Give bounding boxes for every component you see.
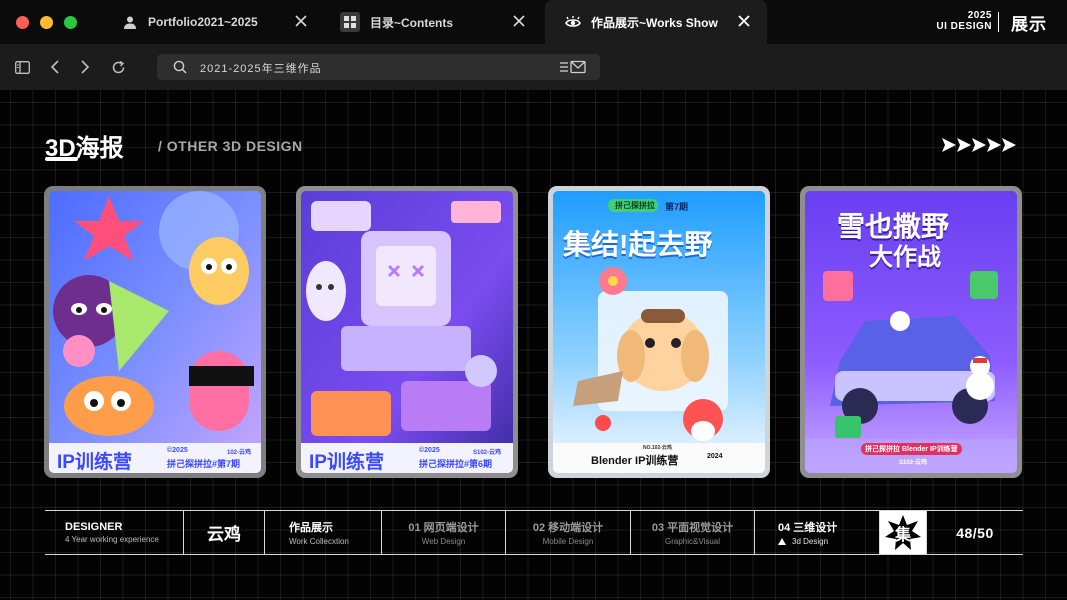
bottom-navigation: DESIGNER 4 Year working experience 云鸡 作品… — [45, 510, 1023, 555]
tab-works-show[interactable]: 作品展示~Works Show — [545, 0, 767, 44]
arrow-decoration — [942, 135, 1022, 155]
card-year: ©2025 — [419, 447, 440, 454]
search-icon — [173, 60, 187, 79]
card-tag: 拼己探拼拉 — [615, 201, 655, 210]
minimize-window-button[interactable] — [40, 16, 53, 29]
close-window-button[interactable] — [16, 16, 29, 29]
page-indicator: 48/50 — [956, 524, 994, 541]
triangle-up-icon — [778, 538, 786, 545]
nav-item-label: 01 网页端设计 — [408, 522, 479, 534]
designer-name-block: 云鸡 — [184, 511, 265, 554]
card-footer: Blender IP训练营 — [591, 455, 679, 467]
poster-image-3: 集结!起去野 拼己探拼拉 第7期 NO.102-云鸡 Blender IP训练营… — [553, 191, 765, 473]
nav-item-label: 03 平面视觉设计 — [651, 522, 734, 534]
toolbar: 2021-2025年三维作品 — [0, 44, 1067, 90]
window-controls — [16, 16, 77, 29]
tab-label: 作品展示~Works Show — [591, 15, 718, 30]
card-badge: IP训练营 — [57, 452, 132, 473]
nav-item-sublabel: 3d Design — [792, 537, 829, 546]
works-subtitle: Work Collecxtion — [289, 537, 349, 546]
tab-portfolio[interactable]: Portfolio2021~2025 — [112, 0, 324, 44]
chevron-right-icon — [81, 60, 90, 74]
designer-name: 云鸡 — [207, 525, 241, 544]
brand-year: 2025 — [967, 10, 992, 21]
address-text: 2021-2025年三维作品 — [200, 63, 322, 75]
poster-card-1[interactable]: IP训练营 ©2025 102-云鸡 拼己探拼拉#第7期 — [44, 186, 266, 478]
card-credit: NO.102-云鸡 — [643, 445, 672, 451]
nav-item-sublabel: Graphic&Visual — [665, 537, 720, 546]
card-series: 拼己探拼拉#第6期 — [419, 459, 493, 469]
page-indicator-block: 48/50 — [927, 511, 1023, 554]
section-subtitle: / OTHER 3D DESIGN — [158, 138, 303, 154]
section-underline — [45, 157, 78, 161]
nav-item-mobile-design[interactable]: 02 移动端设计 Mobile Design — [506, 511, 631, 554]
logo-text: 集 — [894, 526, 911, 544]
nav-item-sublabel: Web Design — [421, 537, 466, 546]
brand-mark: 展示 — [1011, 15, 1047, 34]
poster-image-1: IP训练营 ©2025 102-云鸡 拼己探拼拉#第7期 — [49, 191, 261, 473]
card-footer: 拼己探拼拉 Blender IP训练营 — [861, 443, 962, 455]
card-title: 集结!起去野 — [563, 229, 713, 260]
tab-label: Portfolio2021~2025 — [148, 15, 258, 29]
logo-badge: 集 — [883, 513, 923, 553]
poster-image-2: IP训练营 ©2025 S102-云鸡 拼己探拼拉#第6期 — [301, 191, 513, 473]
address-bar[interactable]: 2021-2025年三维作品 — [157, 54, 600, 80]
logo-block: 集 — [880, 511, 927, 554]
eye-icon — [565, 14, 581, 30]
tab-contents[interactable]: 目录~Contents — [330, 0, 542, 44]
nav-item-label: 04 三维设计 — [778, 522, 838, 534]
card-year: ©2025 — [167, 447, 188, 454]
sidebar-toggle-button[interactable] — [12, 57, 32, 77]
content-area: 3D海报 / OTHER 3D DESIGN IP训练营 ©2025 102-云… — [0, 90, 1067, 600]
works-title: 作品展示 — [289, 522, 333, 534]
nav-item-web-design[interactable]: 01 网页端设计 Web Design — [382, 511, 506, 554]
card-title-2: 大作战 — [869, 244, 941, 271]
brand-divider — [998, 12, 999, 32]
chevron-left-icon — [50, 60, 59, 74]
poster-card-4[interactable]: 雪也撒野 大作战 拼己探拼拉 Blender IP训练营 S102-云鸡 — [800, 186, 1022, 478]
works-block[interactable]: 作品展示 Work Collecxtion — [265, 511, 382, 554]
sidebar-icon — [14, 60, 30, 74]
brand-year-block: 2025 UI DESIGN — [936, 11, 992, 32]
nav-item-label: 02 移动端设计 — [532, 522, 604, 534]
card-year: 2024 — [707, 453, 723, 460]
reload-button[interactable] — [108, 57, 128, 77]
close-tab-icon[interactable] — [510, 12, 528, 30]
reload-icon — [112, 60, 124, 73]
nav-item-sublabel: Mobile Design — [542, 537, 594, 546]
maximize-window-button[interactable] — [64, 16, 77, 29]
card-code: S102-云鸡 — [473, 450, 502, 456]
tab-label: 目录~Contents — [370, 15, 454, 30]
tab-bar: Portfolio2021~2025 目录~Contents 作品展示~Work… — [0, 0, 1067, 44]
poster-card-3[interactable]: 集结!起去野 拼己探拼拉 第7期 NO.102-云鸡 Blender IP训练营… — [548, 186, 770, 478]
forward-button[interactable] — [75, 57, 95, 77]
card-badge: IP训练营 — [309, 452, 384, 473]
poster-image-4: 雪也撒野 大作战 拼己探拼拉 Blender IP训练营 S102-云鸡 — [805, 191, 1017, 473]
nav-item-graphic-visual[interactable]: 03 平面视觉设计 Graphic&Visual — [631, 511, 755, 554]
close-tab-icon[interactable] — [292, 12, 310, 30]
brand-title: UI DESIGN — [936, 21, 992, 32]
reader-mail-icon[interactable] — [560, 60, 586, 79]
card-code: S102-云鸡 — [899, 460, 928, 466]
card-issue: 第7期 — [665, 202, 689, 212]
designer-subtitle: 4 Year working experience — [65, 535, 159, 544]
card-code: 102-云鸡 — [227, 450, 252, 456]
designer-block: DESIGNER 4 Year working experience — [45, 511, 184, 554]
user-icon — [122, 14, 138, 30]
card-series: 拼己探拼拉#第7期 — [167, 459, 241, 469]
close-tab-icon[interactable] — [735, 12, 753, 30]
poster-card-2[interactable]: IP训练营 ©2025 S102-云鸡 拼己探拼拉#第6期 — [296, 186, 518, 478]
nav-item-sublabel-row: 3d Design — [778, 537, 879, 546]
back-button[interactable] — [45, 57, 65, 77]
designer-title: DESIGNER — [65, 521, 123, 533]
nav-item-3d-design[interactable]: 04 三维设计 3d Design — [755, 511, 880, 554]
arrow-right-icons — [942, 138, 1016, 152]
grid-icon — [340, 12, 360, 32]
